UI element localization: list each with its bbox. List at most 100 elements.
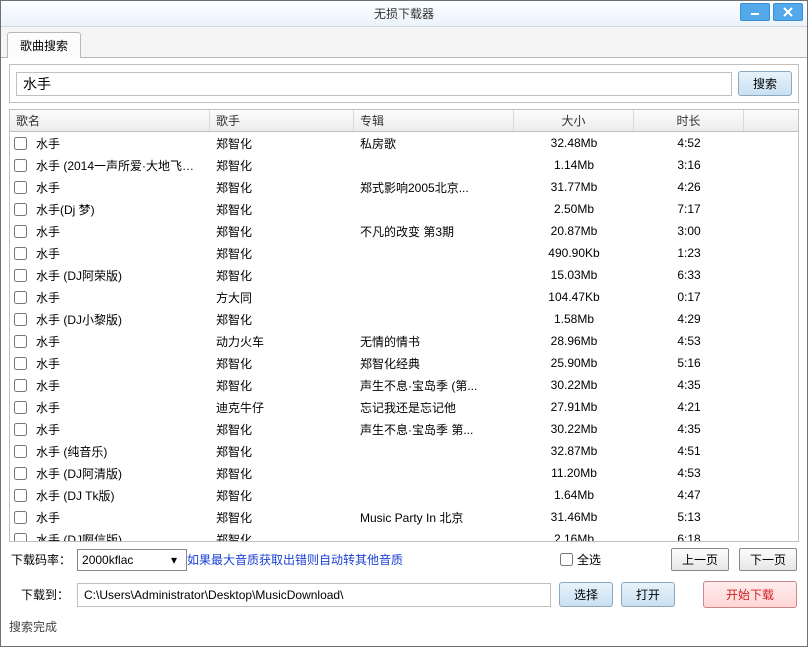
table-row[interactable]: 水手 (DJ啊信版)郑智化2.16Mb6:18 xyxy=(10,528,798,541)
cell-size: 27.91Mb xyxy=(514,400,634,414)
table-row[interactable]: 水手郑智化Music Party In 北京31.46Mb5:13 xyxy=(10,506,798,528)
minimize-button[interactable] xyxy=(740,3,770,21)
cell-album: 声生不息·宝岛季 (第... xyxy=(354,377,514,394)
cell-duration: 4:35 xyxy=(634,422,744,436)
table-row[interactable]: 水手 (DJ小黎版)郑智化1.58Mb4:29 xyxy=(10,308,798,330)
table-row[interactable]: 水手郑智化声生不息·宝岛季 (第...30.22Mb4:35 xyxy=(10,374,798,396)
table-row[interactable]: 水手郑智化私房歌32.48Mb4:52 xyxy=(10,132,798,154)
open-button[interactable]: 打开 xyxy=(621,582,675,607)
row-checkbox[interactable] xyxy=(14,181,27,194)
table-row[interactable]: 水手动力火车无情的情书28.96Mb4:53 xyxy=(10,330,798,352)
dest-path-input[interactable] xyxy=(77,583,551,607)
table-row[interactable]: 水手郑智化不凡的改变 第3期20.87Mb3:00 xyxy=(10,220,798,242)
choose-button[interactable]: 选择 xyxy=(559,582,613,607)
start-download-button[interactable]: 开始下载 xyxy=(703,581,797,608)
row-checkbox[interactable] xyxy=(14,357,27,370)
select-all-checkbox[interactable] xyxy=(560,553,573,566)
row-checkbox[interactable] xyxy=(14,291,27,304)
row-checkbox[interactable] xyxy=(14,159,27,172)
select-all[interactable]: 全选 xyxy=(560,551,601,568)
table-row[interactable]: 水手 (2014一声所爱·大地飞歌...郑智化1.14Mb3:16 xyxy=(10,154,798,176)
cell-size: 31.77Mb xyxy=(514,180,634,194)
col-name[interactable]: 歌名 xyxy=(10,110,210,131)
cell-name: 水手 (DJ Tk版) xyxy=(30,487,210,504)
cell-duration: 4:52 xyxy=(634,136,744,150)
cell-artist: 郑智化 xyxy=(210,201,354,218)
table-row[interactable]: 水手 (DJ Tk版)郑智化1.64Mb4:47 xyxy=(10,484,798,506)
search-input[interactable] xyxy=(16,72,732,96)
bitrate-label: 下载码率： xyxy=(11,551,71,568)
row-checkbox[interactable] xyxy=(14,225,27,238)
cell-size: 31.46Mb xyxy=(514,510,634,524)
cell-size: 25.90Mb xyxy=(514,356,634,370)
cell-album: 无情的情书 xyxy=(354,333,514,350)
row-checkbox[interactable] xyxy=(14,401,27,414)
prev-page-button[interactable]: 上一页 xyxy=(671,548,729,571)
bitrate-select[interactable] xyxy=(77,549,187,571)
cell-name: 水手 xyxy=(30,355,210,372)
table-row[interactable]: 水手 (纯音乐)郑智化32.87Mb4:51 xyxy=(10,440,798,462)
cell-duration: 4:53 xyxy=(634,466,744,480)
cell-artist: 郑智化 xyxy=(210,421,354,438)
row-checkbox[interactable] xyxy=(14,313,27,326)
next-page-button[interactable]: 下一页 xyxy=(739,548,797,571)
table-row[interactable]: 水手迪克牛仔忘记我还是忘记他27.91Mb4:21 xyxy=(10,396,798,418)
cell-size: 104.47Kb xyxy=(514,290,634,304)
cell-artist: 动力火车 xyxy=(210,333,354,350)
cell-artist: 郑智化 xyxy=(210,509,354,526)
dest-label: 下载到： xyxy=(21,586,69,603)
row-checkbox[interactable] xyxy=(14,269,27,282)
col-album[interactable]: 专辑 xyxy=(354,110,514,131)
cell-artist: 迪克牛仔 xyxy=(210,399,354,416)
cell-name: 水手(Dj 梦) xyxy=(30,201,210,218)
footer-row-1: 下载码率： ▾ 如果最大音质获取出错则自动转其他音质 全选 上一页 下一页 xyxy=(1,542,807,577)
cell-name: 水手 (2014一声所爱·大地飞歌... xyxy=(30,157,210,174)
cell-artist: 郑智化 xyxy=(210,487,354,504)
row-checkbox[interactable] xyxy=(14,533,27,542)
row-checkbox[interactable] xyxy=(14,137,27,150)
tab-song-search[interactable]: 歌曲搜索 xyxy=(7,32,81,58)
row-checkbox[interactable] xyxy=(14,203,27,216)
row-checkbox[interactable] xyxy=(14,511,27,524)
table-row[interactable]: 水手 (DJ阿荣版)郑智化15.03Mb6:33 xyxy=(10,264,798,286)
cell-size: 28.96Mb xyxy=(514,334,634,348)
col-size[interactable]: 大小 xyxy=(514,110,634,131)
table-row[interactable]: 水手郑智化声生不息·宝岛季 第...30.22Mb4:35 xyxy=(10,418,798,440)
table-row[interactable]: 水手方大同104.47Kb0:17 xyxy=(10,286,798,308)
cell-size: 30.22Mb xyxy=(514,422,634,436)
table-row[interactable]: 水手(Dj 梦)郑智化2.50Mb7:17 xyxy=(10,198,798,220)
titlebar: 无损下载器 xyxy=(1,1,807,27)
table-row[interactable]: 水手郑智化郑智化经典25.90Mb5:16 xyxy=(10,352,798,374)
row-checkbox[interactable] xyxy=(14,335,27,348)
select-all-label: 全选 xyxy=(577,551,601,568)
cell-size: 2.50Mb xyxy=(514,202,634,216)
status-bar: 搜索完成 xyxy=(1,616,807,639)
bitrate-hint: 如果最大音质获取出错则自动转其他音质 xyxy=(187,551,403,568)
col-artist[interactable]: 歌手 xyxy=(210,110,354,131)
table-row[interactable]: 水手郑智化490.90Kb1:23 xyxy=(10,242,798,264)
cell-size: 20.87Mb xyxy=(514,224,634,238)
tab-bar: 歌曲搜索 xyxy=(1,27,807,58)
col-duration[interactable]: 时长 xyxy=(634,110,744,131)
cell-duration: 4:26 xyxy=(634,180,744,194)
cell-size: 1.14Mb xyxy=(514,158,634,172)
table-body[interactable]: 水手郑智化私房歌32.48Mb4:52水手 (2014一声所爱·大地飞歌...郑… xyxy=(10,132,798,541)
row-checkbox[interactable] xyxy=(14,445,27,458)
cell-size: 1.58Mb xyxy=(514,312,634,326)
row-checkbox[interactable] xyxy=(14,247,27,260)
row-checkbox[interactable] xyxy=(14,489,27,502)
cell-album: 忘记我还是忘记他 xyxy=(354,399,514,416)
table-row[interactable]: 水手郑智化郑式影响2005北京...31.77Mb4:26 xyxy=(10,176,798,198)
row-checkbox[interactable] xyxy=(14,379,27,392)
cell-artist: 郑智化 xyxy=(210,355,354,372)
cell-size: 32.48Mb xyxy=(514,136,634,150)
cell-duration: 3:16 xyxy=(634,158,744,172)
cell-name: 水手 (DJ阿荣版) xyxy=(30,267,210,284)
close-button[interactable] xyxy=(773,3,803,21)
search-button[interactable]: 搜索 xyxy=(738,71,792,96)
cell-size: 15.03Mb xyxy=(514,268,634,282)
row-checkbox[interactable] xyxy=(14,423,27,436)
row-checkbox[interactable] xyxy=(14,467,27,480)
cell-duration: 4:29 xyxy=(634,312,744,326)
table-row[interactable]: 水手 (DJ阿清版)郑智化11.20Mb4:53 xyxy=(10,462,798,484)
